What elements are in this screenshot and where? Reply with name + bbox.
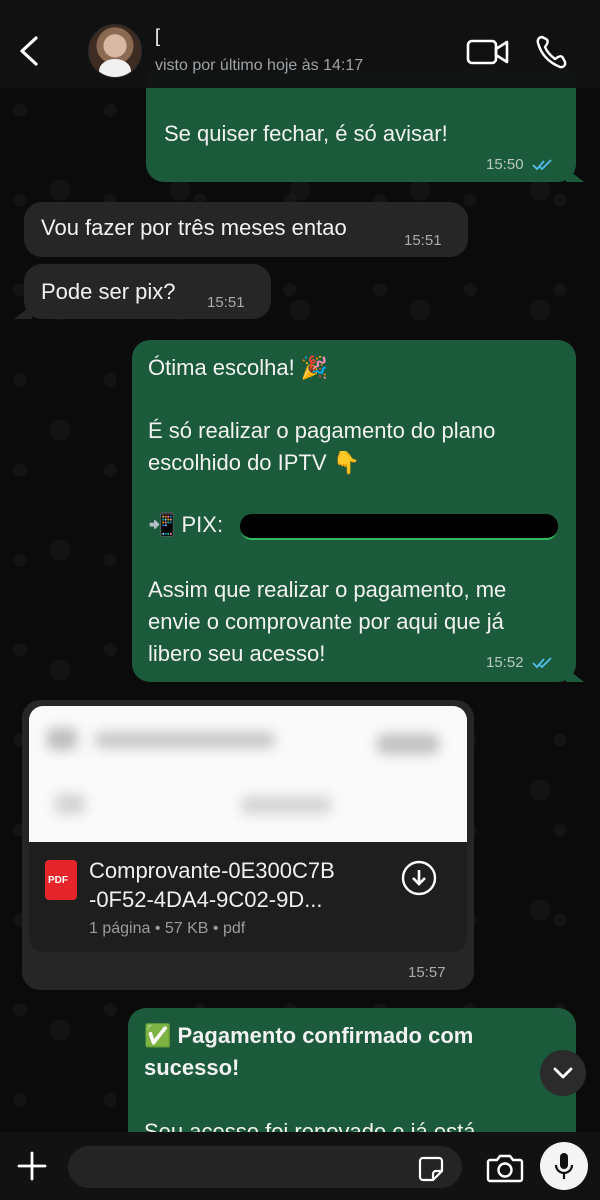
message-input[interactable]	[68, 1146, 462, 1188]
message-outgoing[interactable]: Ótima escolha! 🎉 É só realizar o pagamen…	[132, 340, 576, 682]
bubble-tail	[566, 168, 584, 182]
document-info[interactable]: PDF Comprovante-0E300C7B -0F52-4DA4-9C02…	[29, 842, 467, 952]
download-icon[interactable]	[401, 860, 437, 896]
filename-line: Comprovante-0E300C7B	[89, 858, 335, 883]
chevron-left-icon[interactable]	[16, 34, 42, 68]
contact-name[interactable]: [	[155, 26, 160, 47]
avatar[interactable]	[88, 24, 142, 78]
camera-icon[interactable]	[486, 1152, 524, 1184]
phone-icon[interactable]	[534, 34, 568, 70]
message-time: 15:50	[486, 156, 554, 173]
message-line: libero seu acesso!	[148, 641, 326, 666]
chat-header: [ visto por último hoje às 14:17	[0, 0, 600, 88]
message-line: 📲 PIX:	[148, 512, 224, 537]
double-check-icon	[532, 159, 552, 171]
document-meta: 1 página • 57 KB • pdf	[89, 920, 246, 937]
blurred-preview-content	[95, 732, 275, 748]
message-time: 15:52	[486, 654, 554, 671]
document-preview[interactable]	[29, 706, 467, 842]
message-time: 15:51	[207, 294, 245, 311]
chevron-down-icon	[553, 1067, 573, 1079]
plus-icon[interactable]	[16, 1150, 48, 1182]
document-filename: Comprovante-0E300C7B -0F52-4DA4-9C02-9D.…	[89, 856, 335, 914]
message-line: Ótima escolha! 🎉	[148, 355, 329, 380]
microphone-icon	[554, 1153, 574, 1179]
message-line: É só realizar o pagamento do plano	[148, 418, 496, 443]
message-bold-line: ✅ Pagamento confirmado com	[144, 1023, 474, 1048]
message-incoming-document[interactable]: PDF Comprovante-0E300C7B -0F52-4DA4-9C02…	[22, 700, 474, 990]
filename-line: -0F52-4DA4-9C02-9D...	[89, 887, 323, 912]
blurred-preview-content	[241, 796, 331, 814]
sticker-icon[interactable]	[418, 1156, 444, 1182]
message-text: Vou fazer por três meses entao	[41, 215, 347, 240]
message-line: escolhido do IPTV 👇	[148, 450, 361, 475]
microphone-button[interactable]	[540, 1142, 588, 1190]
scroll-to-bottom-button[interactable]	[540, 1050, 586, 1096]
message-line: envie o comprovante por aqui que já	[148, 609, 504, 634]
message-time: 15:57	[408, 964, 446, 981]
pix-key-redacted[interactable]	[240, 514, 558, 540]
pdf-file-icon: PDF	[45, 860, 77, 900]
bubble-tail	[14, 305, 32, 319]
video-camera-icon[interactable]	[466, 36, 510, 68]
last-seen-status: visto por último hoje às 14:17	[155, 57, 364, 74]
message-text: Pode ser pix?	[41, 279, 176, 304]
message-text: Se quiser fechar, é só avisar!	[164, 121, 448, 146]
blurred-preview-content	[47, 728, 77, 750]
pdf-badge-label: PDF	[48, 875, 68, 886]
blurred-preview-content	[377, 734, 439, 754]
message-line: Assim que realizar o pagamento, me	[148, 577, 507, 602]
blurred-preview-content	[55, 794, 85, 814]
message-composer	[0, 1132, 600, 1200]
message-incoming[interactable]: Vou fazer por três meses entao 15:51	[24, 202, 468, 257]
double-check-icon	[532, 657, 552, 669]
message-incoming[interactable]: Pode ser pix? 15:51	[24, 264, 271, 319]
bubble-tail	[566, 668, 584, 682]
message-bold-line: sucesso!	[144, 1055, 240, 1080]
message-time: 15:51	[404, 232, 442, 249]
